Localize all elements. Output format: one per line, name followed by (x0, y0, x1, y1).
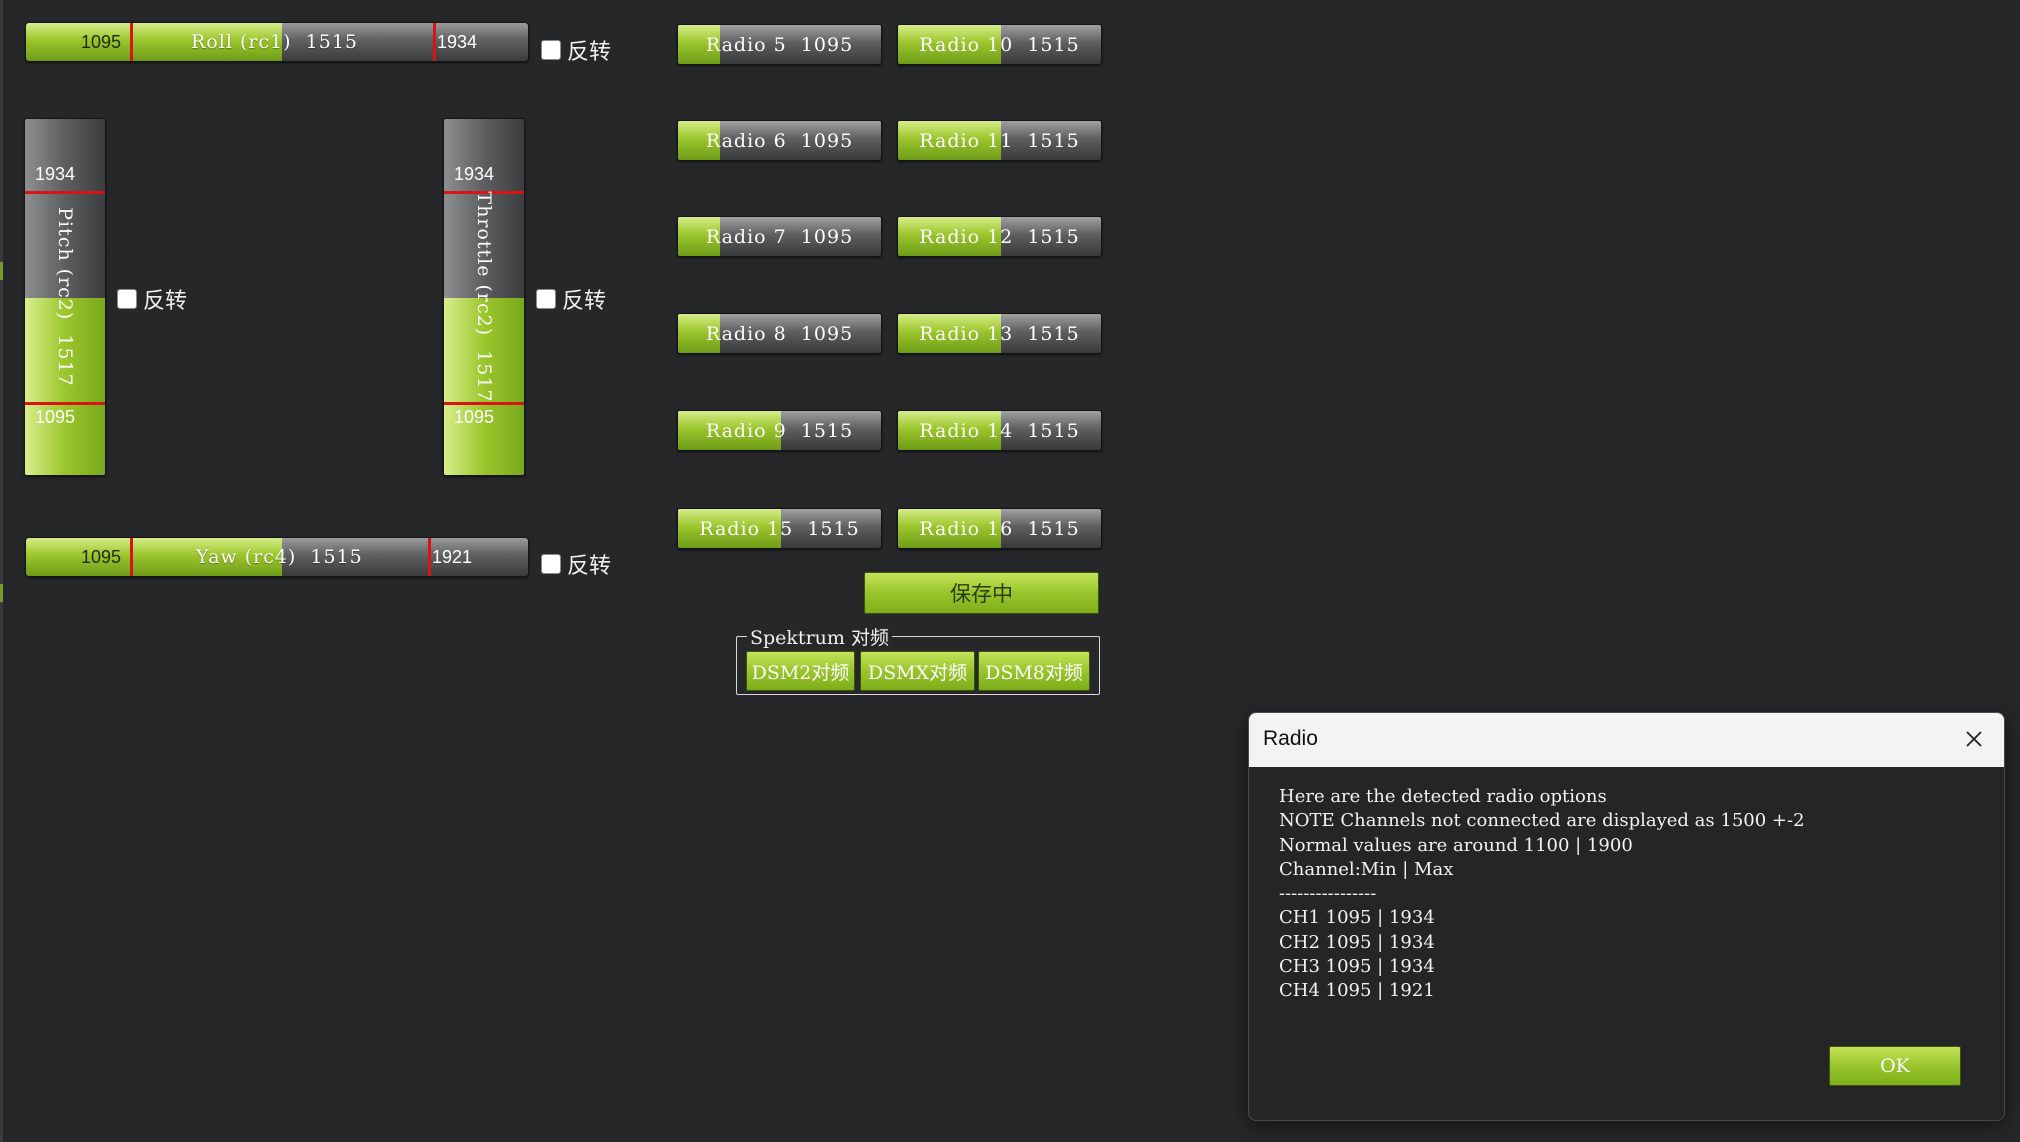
edge-indicator (0, 584, 3, 602)
throttle-bar: 1934 Throttle (rc2) 1517 1095 (443, 118, 525, 476)
message-line: CH4 1095 | 1921 (1279, 980, 1435, 1002)
dialog-title: Radio (1263, 727, 1318, 750)
radio-label: Radio 11 1515 (919, 129, 1080, 152)
radio-10-bar: Radio 10 1515 (897, 24, 1102, 65)
roll-reverse-checkbox[interactable] (541, 40, 561, 60)
radio-16-bar: Radio 16 1515 (897, 508, 1102, 549)
message-line: Normal values are around 1100 | 1900 (1279, 834, 1633, 856)
throttle-reverse-checkbox[interactable] (536, 289, 556, 309)
throttle-min: 1095 (454, 407, 495, 427)
throttle-label: Throttle (rc2) 1517 (473, 191, 495, 403)
ok-button[interactable]: OK (1829, 1046, 1961, 1086)
radio-label: Radio 14 1515 (919, 419, 1080, 442)
pitch-reverse-checkbox[interactable] (117, 289, 137, 309)
roll-reverse[interactable]: 反转 (541, 34, 611, 66)
yaw-reverse-label: 反转 (567, 554, 612, 579)
yaw-max: 1921 (432, 546, 473, 567)
pitch-reverse[interactable]: 反转 (117, 283, 187, 315)
message-line: CH3 1095 | 1934 (1279, 956, 1435, 978)
message-line: ---------------- (1279, 883, 1377, 905)
message-line: CH2 1095 | 1934 (1279, 931, 1435, 953)
radio-6-bar: Radio 6 1095 (677, 120, 882, 161)
radio-15-bar: Radio 15 1515 (677, 508, 882, 549)
radio-label: Radio 12 1515 (919, 225, 1080, 248)
roll-min-marker (130, 23, 133, 61)
edge-indicator (0, 262, 3, 280)
dialog-titlebar: Radio (1249, 713, 2004, 767)
radio-7-bar: Radio 7 1095 (677, 216, 882, 257)
radio-label: Radio 13 1515 (919, 322, 1080, 345)
pitch-reverse-label: 反转 (143, 289, 188, 314)
radio-dialog: Radio Here are the detected radio option… (1248, 712, 2005, 1121)
radio-label: Radio 8 1095 (705, 322, 854, 345)
dsmx-bind-button[interactable]: DSMX对频 (860, 651, 975, 691)
roll-max: 1934 (437, 31, 478, 52)
message-line: CH1 1095 | 1934 (1279, 907, 1435, 929)
radio-label: Radio 10 1515 (919, 33, 1080, 56)
dsm8-bind-button[interactable]: DSM8对频 (978, 651, 1090, 691)
radio-label: Radio 9 1515 (705, 419, 854, 442)
radio-label: Radio 7 1095 (705, 225, 854, 248)
yaw-reverse-checkbox[interactable] (541, 554, 561, 574)
radio-14-bar: Radio 14 1515 (897, 410, 1102, 451)
pitch-max-marker (25, 191, 105, 194)
message-line: Here are the detected radio options (1279, 786, 1607, 807)
roll-reverse-label: 反转 (567, 40, 612, 65)
throttle-max: 1934 (454, 164, 495, 184)
yaw-label: Yaw (rc4) 1515 (196, 546, 363, 568)
yaw-min-marker (130, 538, 133, 576)
radio-label: Radio 16 1515 (919, 517, 1080, 540)
yaw-max-marker (428, 538, 431, 576)
spektrum-legend: Spektrum 对频 (747, 623, 892, 650)
roll-min: 1095 (81, 31, 122, 52)
radio-12-bar: Radio 12 1515 (897, 216, 1102, 257)
save-button[interactable]: 保存中 (864, 572, 1099, 614)
radio-8-bar: Radio 8 1095 (677, 313, 882, 354)
message-line: NOTE Channels not connected are displaye… (1279, 810, 1805, 832)
message-line: Channel:Min | Max (1279, 858, 1454, 880)
pitch-bar: 1934 Pitch (rc2) 1517 1095 (24, 118, 106, 476)
dialog-message: Here are the detected radio options NOTE… (1279, 785, 1984, 1004)
throttle-reverse[interactable]: 反转 (536, 283, 606, 315)
radio-label: Radio 15 1515 (699, 517, 860, 540)
yaw-reverse[interactable]: 反转 (541, 548, 611, 580)
throttle-reverse-label: 反转 (562, 289, 607, 314)
pitch-max: 1934 (35, 164, 76, 184)
radio-9-bar: Radio 9 1515 (677, 410, 882, 451)
dsm2-bind-button[interactable]: DSM2对频 (746, 651, 855, 691)
left-panel-edge (0, 0, 3, 1142)
pitch-min-marker (25, 402, 105, 405)
radio-5-bar: Radio 5 1095 (677, 24, 882, 65)
roll-max-marker (433, 23, 436, 61)
spektrum-group: Spektrum 对频 DSM2对频 DSMX对频 DSM8对频 (736, 623, 1100, 695)
yaw-bar: 1095 Yaw (rc4) 1515 1921 (25, 537, 529, 577)
throttle-min-marker (444, 402, 524, 405)
radio-13-bar: Radio 13 1515 (897, 313, 1102, 354)
close-icon[interactable] (1958, 723, 1990, 755)
roll-label: Roll (rc1) 1515 (191, 31, 359, 53)
roll-bar: 1095 Roll (rc1) 1515 1934 (25, 22, 529, 62)
pitch-label: Pitch (rc2) 1517 (54, 207, 76, 387)
yaw-min: 1095 (81, 546, 122, 567)
radio-label: Radio 6 1095 (705, 129, 854, 152)
radio-11-bar: Radio 11 1515 (897, 120, 1102, 161)
radio-label: Radio 5 1095 (705, 33, 854, 56)
pitch-min: 1095 (35, 407, 76, 427)
